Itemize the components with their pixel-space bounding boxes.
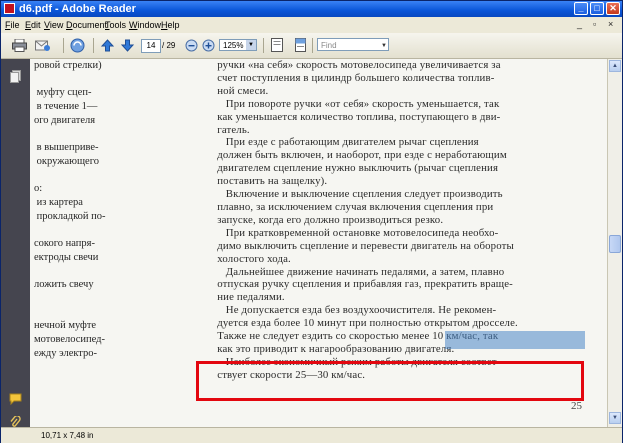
left_column-line	[34, 223, 106, 237]
right_column-line: ние педалями.	[203, 291, 285, 304]
left_column-line: ровой стрелки)	[34, 60, 102, 71]
scroll-down-arrow-icon[interactable]: ▼	[609, 412, 621, 424]
right_column-line: отпуская ручку сцепления и прибавляя газ…	[203, 278, 513, 291]
fit-width-icon[interactable]	[291, 37, 309, 53]
left_column-line	[34, 292, 106, 306]
left_column-line: в вышеприве-	[34, 142, 99, 154]
page-number-input[interactable]: 14	[141, 39, 161, 53]
right_column-line: При повороте ручки «от себя» скорость ум…	[203, 97, 500, 110]
adobe-reader-app-icon[interactable]	[4, 3, 15, 14]
right_column-line: счет поступления в цилиндр большего коли…	[203, 71, 495, 84]
annotation-rectangle	[196, 361, 584, 401]
toolbar-separator	[312, 38, 313, 53]
window-title: d6.pdf - Adobe Reader	[19, 3, 136, 15]
menu-tools[interactable]: Tools	[105, 17, 126, 33]
scrollbar-thumb[interactable]	[609, 235, 621, 253]
vertical-scrollbar[interactable]: ▲ ▼	[607, 59, 622, 427]
left_column-line: окружающего	[34, 155, 99, 167]
page-dimensions: 10,71 x 7,48 in	[41, 431, 94, 440]
previous-page-icon[interactable]	[98, 37, 116, 53]
status-bar: 10,71 x 7,48 in	[1, 427, 622, 443]
right_column-line: ручки «на себя» скорость мотовелосипеда …	[203, 59, 501, 71]
right_column-line: Дальнейшее движение начинать педалями, а…	[203, 265, 505, 278]
right_column-line: двигателем сцепление нужно выключить (ры…	[203, 162, 499, 175]
menu-help[interactable]: Help	[161, 17, 180, 33]
zoom-level-value: 125%	[223, 41, 244, 50]
navigation-panel	[1, 59, 30, 427]
menu-bar: File Edit View Document Tools Window Hel…	[1, 17, 622, 33]
left_column-line: мотовелосипед-	[34, 334, 106, 346]
menu-window[interactable]: Window	[129, 17, 161, 33]
left_column-line	[34, 306, 106, 320]
left_column-line	[34, 128, 106, 142]
chevron-down-icon[interactable]: ▼	[246, 40, 256, 50]
right_column-line: запуске, когда его должно производиться …	[203, 213, 444, 226]
toolbar: 14 / 29 125% ▼ Find ▼	[1, 33, 622, 59]
left_column-line: сокого напря-	[34, 238, 95, 250]
left_column-line	[34, 265, 106, 279]
left_column-line: ектроды свечи	[34, 251, 99, 263]
maximize-button[interactable]: □	[590, 2, 604, 15]
collaborate-icon[interactable]	[68, 37, 86, 53]
right_column-line: гатель.	[203, 123, 250, 136]
find-placeholder: Find	[321, 41, 337, 50]
left_column-line: ежду электро-	[34, 347, 98, 359]
menu-file[interactable]: File	[5, 17, 20, 33]
scroll-up-arrow-icon[interactable]: ▲	[609, 60, 621, 72]
comments-icon[interactable]	[9, 392, 22, 406]
right_column-line: димо выключить сцепление и перевести дви…	[203, 239, 514, 252]
page-number-label: 25	[571, 400, 582, 412]
right_column-line: холостого хода.	[203, 252, 291, 265]
right_column-line: должен быть включен, и наоборот, при езд…	[203, 149, 507, 162]
fit-page-icon[interactable]	[268, 37, 286, 53]
left_column-line: ложить свечу	[34, 279, 94, 291]
left_column-line: ого двигателя	[34, 114, 96, 126]
pdf-page: ровой стрелки) муфту сцеп- в течение 1— о…	[30, 59, 607, 427]
zoom-out-icon[interactable]	[182, 37, 200, 53]
pages-icon[interactable]	[9, 69, 22, 83]
menu-view[interactable]: View	[44, 17, 63, 33]
left_column-line: прокладкой по-	[34, 210, 106, 222]
left_column-line: из картера	[34, 197, 83, 209]
left_column-line	[34, 169, 106, 183]
toolbar-separator	[263, 38, 264, 53]
right_column-line: Не допускается езда без воздухоочистител…	[203, 304, 497, 317]
right_column-line: плавно, за исключением случая включения …	[203, 200, 494, 213]
left_column-line: в течение 1—	[34, 101, 98, 113]
find-input[interactable]: Find ▼	[317, 38, 389, 51]
print-icon[interactable]	[10, 37, 28, 53]
right_column-line: При кратковременной остановке мотовелоси…	[203, 226, 499, 239]
right_column-line: ной смеси.	[203, 84, 269, 97]
minimize-button[interactable]: _	[574, 2, 588, 15]
page-left-column-text: ровой стрелки) муфту сцеп- в течение 1— о…	[34, 59, 106, 360]
zoom-in-icon[interactable]	[199, 37, 217, 53]
doc-minimize-button[interactable]: _	[577, 19, 582, 30]
text-selection-highlight	[445, 331, 585, 349]
right_column-line: как уменьшается количество топлива, пост…	[203, 110, 501, 123]
page-total: / 29	[162, 41, 176, 50]
toolbar-separator	[93, 38, 94, 53]
right_column-line: При езде с работающим двигателем рычаг с…	[203, 136, 479, 149]
menu-edit[interactable]: Edit	[25, 17, 41, 33]
zoom-level-select[interactable]: 125% ▼	[219, 39, 257, 51]
close-button[interactable]: ✕	[606, 2, 620, 15]
title-bar[interactable]: d6.pdf - Adobe Reader _ □ ✕	[1, 1, 622, 17]
right_column-line: дуется езда более 10 минут при полностью…	[203, 317, 518, 330]
left_column-line: о:	[34, 183, 43, 195]
menu-document[interactable]: Document	[66, 17, 107, 33]
right_column-line: Включение и выключение сцепления следует…	[203, 188, 503, 201]
email-icon[interactable]	[34, 37, 52, 53]
document-view[interactable]: ровой стрелки) муфту сцеп- в течение 1— о…	[30, 59, 607, 427]
left_column-line: муфту сцеп-	[34, 87, 92, 99]
next-page-icon[interactable]	[118, 37, 136, 53]
doc-close-button[interactable]: ×	[608, 19, 613, 30]
toolbar-separator	[63, 38, 64, 53]
doc-restore-button[interactable]: ▫	[593, 19, 596, 30]
chevron-down-icon[interactable]: ▼	[381, 40, 387, 53]
left_column-line: нечной муфте	[34, 320, 97, 332]
adobe-reader-window: d6.pdf - Adobe Reader _ □ ✕ File Edit Vi…	[0, 0, 623, 443]
left_column-line	[34, 73, 106, 87]
right_column-line: поставить на защелку).	[203, 175, 328, 188]
